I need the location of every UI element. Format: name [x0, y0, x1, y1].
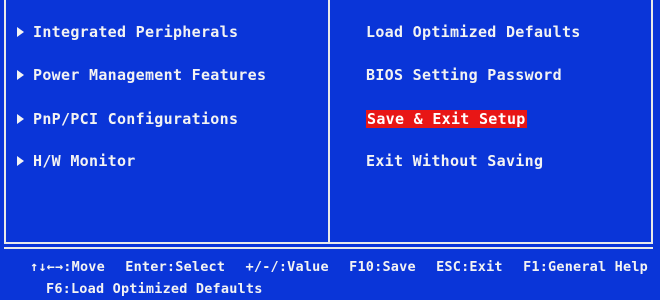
menu-item-label: Power Management Features — [33, 66, 267, 84]
help-bar-row2: F6:Load Optimized Defaults — [46, 281, 275, 297]
menu-item-hw-monitor[interactable]: H/W Monitor — [17, 149, 136, 173]
menu-item-label: H/W Monitor — [33, 152, 136, 170]
menu-item-label: Integrated Peripherals — [33, 23, 239, 41]
frame-right-border — [651, 0, 653, 244]
menu-item-pnp-pci[interactable]: PnP/PCI Configurations — [17, 107, 238, 131]
help-load-defaults: F6:Load Optimized Defaults — [46, 281, 263, 297]
help-save: F10:Save — [349, 259, 416, 275]
help-value: +/-/:Value — [245, 259, 329, 275]
frame-column-divider — [328, 0, 330, 244]
menu-item-power-management[interactable]: Power Management Features — [17, 63, 266, 87]
submenu-arrow-icon — [17, 69, 24, 80]
submenu-arrow-icon — [17, 155, 24, 166]
menu-item-integrated-peripherals[interactable]: Integrated Peripherals — [17, 20, 238, 44]
menu-item-exit-without-saving[interactable]: Exit Without Saving — [366, 149, 543, 173]
menu-item-label: BIOS Setting Password — [366, 66, 562, 84]
help-exit: ESC:Exit — [436, 259, 503, 275]
menu-item-label: PnP/PCI Configurations — [33, 110, 239, 128]
menu-item-label-selected: Save & Exit Setup — [366, 110, 527, 128]
frame-bottom-border — [4, 242, 653, 244]
help-move: ↑↓←→:Move — [30, 259, 105, 275]
help-general: F1:General Help — [523, 259, 648, 275]
menu-item-label: Exit Without Saving — [366, 152, 544, 170]
bios-setup-screen: Integrated Peripherals Power Management … — [0, 0, 660, 300]
submenu-arrow-icon — [17, 26, 24, 37]
menu-item-load-optimized-defaults[interactable]: Load Optimized Defaults — [366, 20, 581, 44]
frame-left-border — [4, 0, 6, 244]
menu-item-save-exit[interactable]: Save & Exit Setup — [366, 107, 527, 131]
help-select: Enter:Select — [125, 259, 226, 275]
help-bar-row1: ↑↓←→:Move Enter:Select +/-/:Value F10:Sa… — [30, 259, 660, 275]
menu-item-bios-password[interactable]: BIOS Setting Password — [366, 63, 562, 87]
menu-item-label: Load Optimized Defaults — [366, 23, 581, 41]
frame-bottom-border-double — [4, 247, 653, 249]
submenu-arrow-icon — [17, 113, 24, 124]
